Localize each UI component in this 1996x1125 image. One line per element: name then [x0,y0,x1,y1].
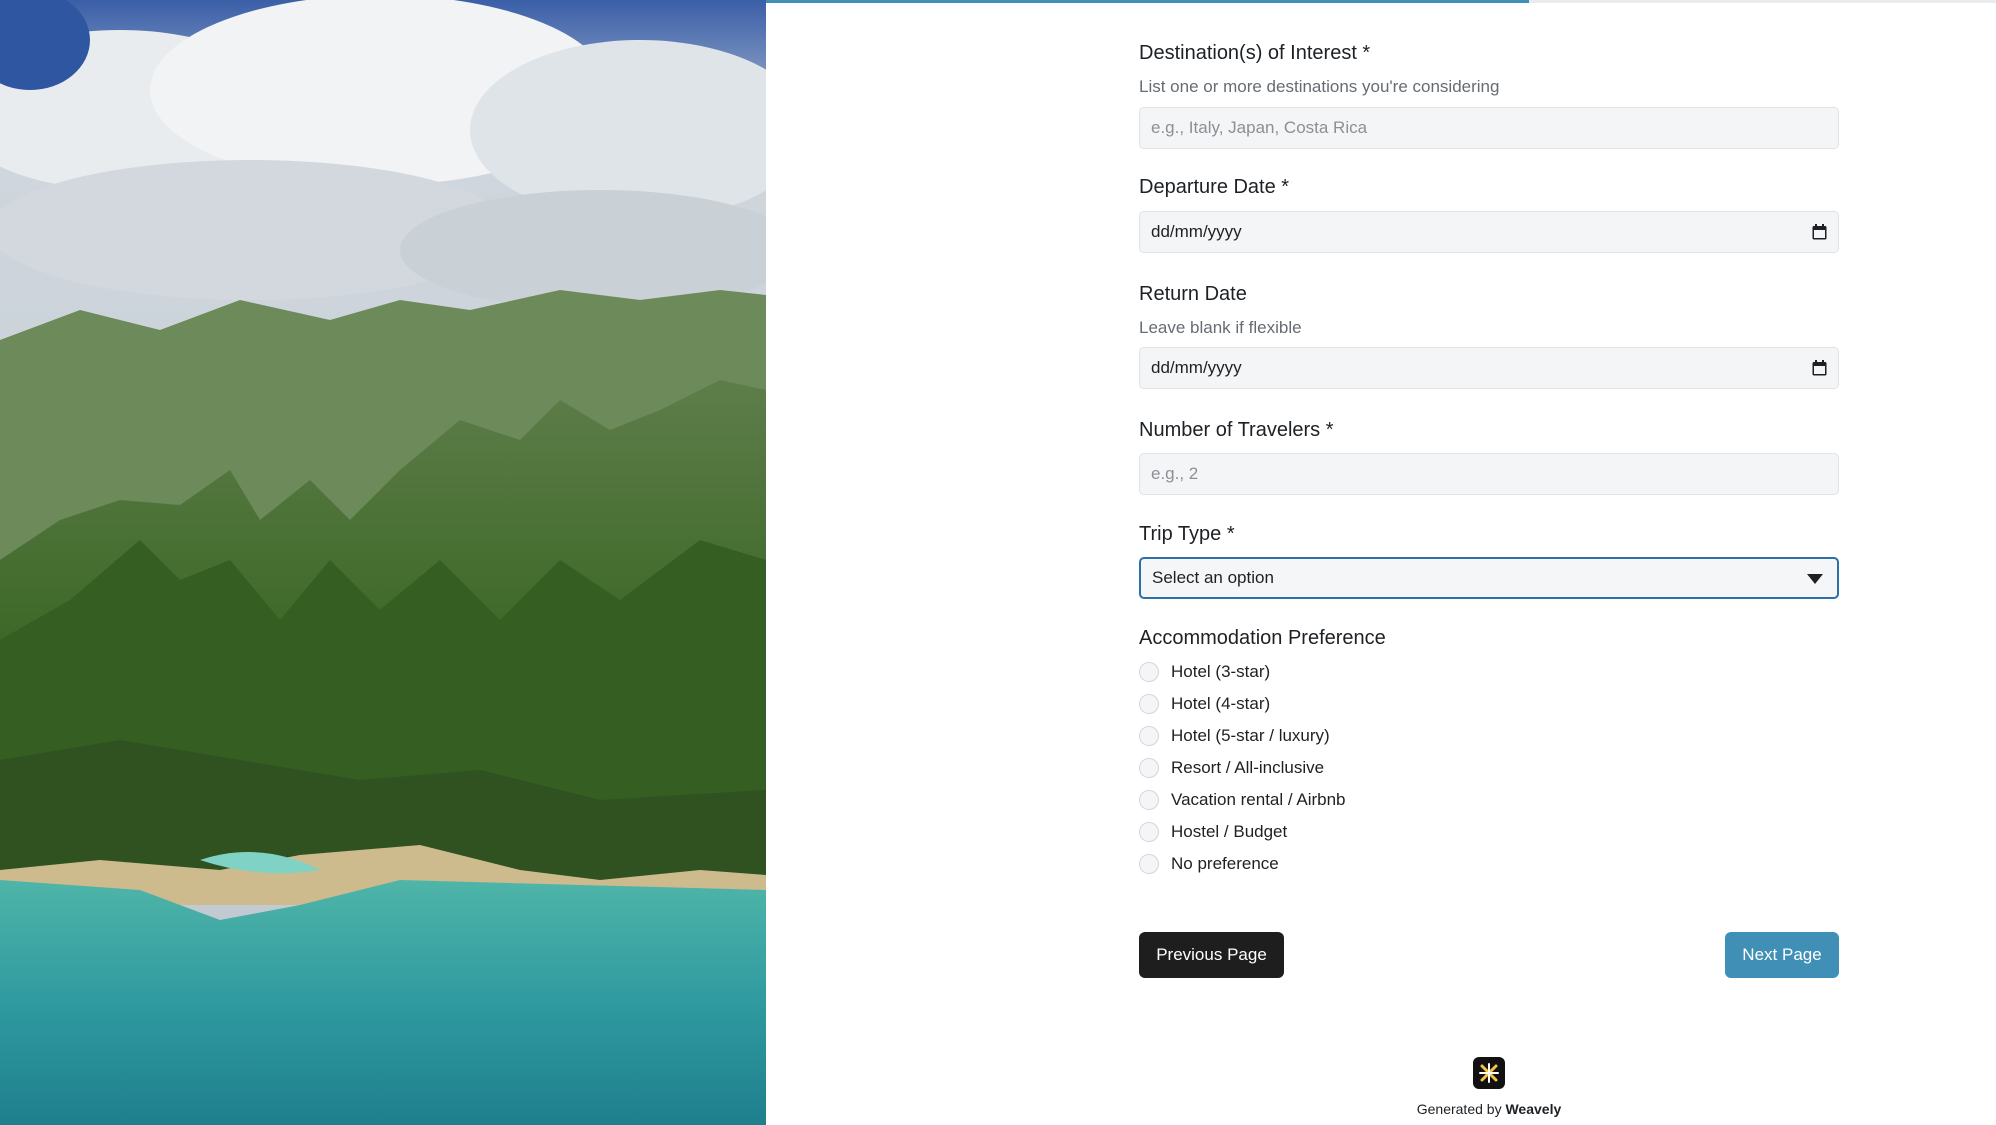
next-page-button[interactable]: Next Page [1725,932,1839,978]
caret-down-icon [1807,574,1823,584]
radio-button[interactable] [1139,790,1159,810]
hero-image [0,0,766,1125]
footer-prefix: Generated by [1416,1101,1506,1117]
travelers-input[interactable]: e.g., 2 [1139,453,1839,495]
calendar-icon[interactable] [1812,224,1827,240]
accommodation-option[interactable]: Hotel (5-star / luxury) [1139,723,1330,749]
radio-button[interactable] [1139,758,1159,778]
trip-type-selected: Select an option [1152,568,1274,587]
trip-type-select[interactable]: Select an option [1139,557,1839,599]
departure-date-label: Departure Date * [1139,176,1290,198]
radio-label: Resort / All-inclusive [1171,758,1325,777]
return-date-value: dd/mm/yyyy [1151,358,1242,377]
destinations-input[interactable]: e.g., Italy, Japan, Costa Rica [1139,107,1839,149]
accommodation-option[interactable]: Hotel (4-star) [1139,691,1270,717]
departure-date-input[interactable]: dd/mm/yyyy [1139,211,1839,253]
return-date-helper: Leave blank if flexible [1139,318,1302,337]
footer-brand[interactable]: Weavely [1505,1101,1561,1117]
weavely-logo-icon[interactable] [1473,1057,1505,1089]
travelers-label: Number of Travelers * [1139,419,1334,441]
previous-page-button[interactable]: Previous Page [1139,932,1284,978]
radio-label: Hotel (3-star) [1171,662,1271,681]
progress-bar-fill [766,0,1529,3]
radio-button[interactable] [1139,694,1159,714]
radio-label: Hostel / Budget [1171,822,1288,841]
return-date-label: Return Date [1139,283,1247,305]
progress-bar [766,0,1996,3]
radio-button[interactable] [1139,854,1159,874]
footer-text[interactable]: Generated by Weavely [1139,1101,1839,1117]
accommodation-option[interactable]: Resort / All-inclusive [1139,755,1324,781]
destinations-label: Destination(s) of Interest * [1139,42,1371,64]
radio-label: Vacation rental / Airbnb [1171,790,1346,809]
radio-button[interactable] [1139,726,1159,746]
accommodation-option[interactable]: Hotel (3-star) [1139,659,1270,685]
return-date-input[interactable]: dd/mm/yyyy [1139,347,1839,389]
accommodation-option[interactable]: No preference [1139,851,1279,877]
destinations-helper: List one or more destinations you're con… [1139,77,1500,96]
travelers-placeholder: e.g., 2 [1151,464,1199,483]
accommodation-label: Accommodation Preference [1139,627,1386,649]
radio-label: No preference [1171,854,1279,873]
radio-label: Hotel (5-star / luxury) [1171,726,1330,745]
trip-type-label: Trip Type * [1139,523,1235,545]
radio-button[interactable] [1139,822,1159,842]
radio-label: Hotel (4-star) [1171,694,1271,713]
accommodation-option[interactable]: Vacation rental / Airbnb [1139,787,1346,813]
coastline-mountains-image [0,0,766,1125]
accommodation-option[interactable]: Hostel / Budget [1139,819,1287,845]
calendar-icon[interactable] [1812,360,1827,376]
departure-date-value: dd/mm/yyyy [1151,222,1242,241]
radio-button[interactable] [1139,662,1159,682]
destinations-placeholder: e.g., Italy, Japan, Costa Rica [1151,118,1368,137]
